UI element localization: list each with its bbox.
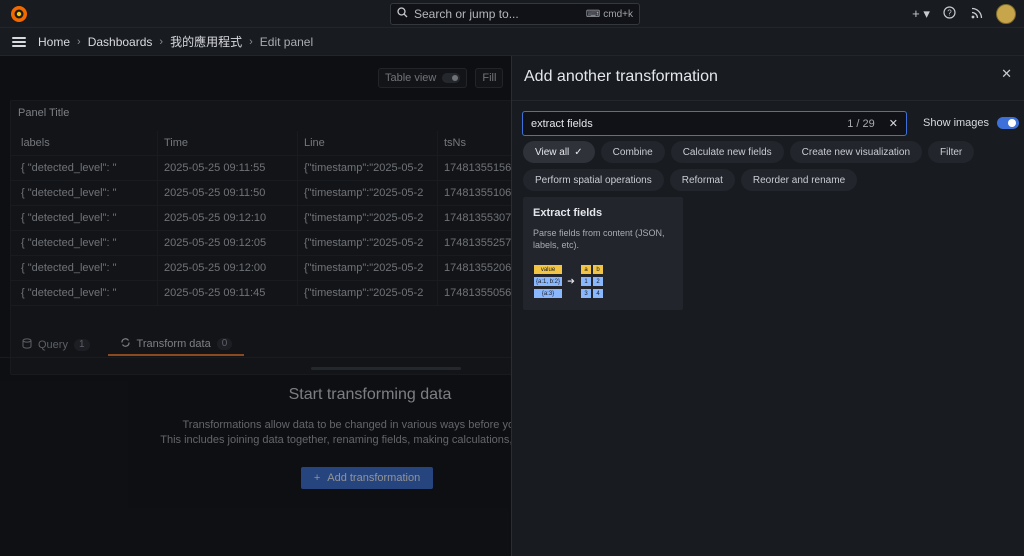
chip-filter[interactable]: Filter: [928, 141, 975, 163]
chip-create-new-visualization[interactable]: Create new visualization: [789, 141, 923, 163]
arrow-right-icon: ➔: [567, 275, 575, 286]
chevron-right-icon: ›: [77, 35, 81, 48]
card-title: Extract fields: [533, 207, 603, 219]
keyboard-shortcut: ⌨ cmd+k: [586, 9, 633, 20]
backdrop-overlay[interactable]: [0, 56, 512, 556]
chip-reorder-and-rename[interactable]: Reorder and rename: [740, 169, 858, 191]
search-placeholder: Search or jump to...: [414, 7, 519, 21]
chip-label: Create new visualization: [801, 146, 911, 158]
chevron-right-icon: ›: [249, 35, 253, 48]
svg-text:?: ?: [947, 9, 952, 18]
chip-perform-spatial-operations[interactable]: Perform spatial operations: [523, 169, 664, 191]
match-count: 1 / 29: [847, 117, 875, 130]
illus-output-cell: 3: [581, 289, 591, 298]
breadcrumb-home[interactable]: Home: [38, 35, 70, 49]
show-images-switch[interactable]: [997, 117, 1020, 129]
add-transformation-drawer: Add another transformation ✕ extract fie…: [511, 56, 1024, 556]
illus-input-cell: {a:1, b:2}: [534, 277, 562, 286]
chip-label: Reformat: [681, 174, 723, 186]
search-value: extract fields: [531, 117, 593, 130]
avatar[interactable]: [996, 4, 1016, 24]
chip-label: Reorder and rename: [752, 174, 846, 186]
breadcrumb-current: Edit panel: [259, 34, 314, 49]
top-right-actions: + ▾ ?: [912, 4, 1016, 24]
drawer-divider: [512, 100, 1024, 101]
close-icon[interactable]: ✕: [1001, 66, 1012, 82]
show-images-label: Show images: [923, 117, 990, 129]
top-bar: Search or jump to... ⌨ cmd+k + ▾ ?: [0, 0, 1024, 28]
illus-header-cell: b: [593, 265, 603, 274]
breadcrumb-dashboards[interactable]: Dashboards: [88, 35, 153, 49]
chip-label: Combine: [612, 146, 653, 158]
breadcrumb: Home › Dashboards › 我的應用程式 › Edit panel: [38, 33, 313, 50]
chip-reformat[interactable]: Reformat: [669, 169, 735, 191]
illus-input-cell: {a:3}: [534, 289, 562, 298]
transformation-card-extract-fields[interactable]: Extract fields Parse fields from content…: [523, 197, 683, 310]
illus-output-cell: 2: [593, 277, 603, 286]
keyboard-icon: ⌨: [585, 8, 601, 20]
illus-output-cell: 4: [593, 289, 603, 298]
chip-calculate-new-fields[interactable]: Calculate new fields: [670, 141, 784, 163]
search-icon: [397, 7, 408, 21]
grafana-logo-icon[interactable]: [10, 5, 28, 23]
transformation-search-input[interactable]: extract fields 1 / 29 ✕: [522, 111, 907, 136]
drawer-title: Add another transformation: [524, 68, 718, 85]
chip-label: Filter: [940, 146, 963, 158]
chip-combine[interactable]: Combine: [600, 141, 665, 163]
breadcrumb-dashboard[interactable]: 我的應用程式: [170, 33, 242, 50]
check-icon: ✓: [574, 146, 583, 158]
breadcrumb-bar: Home › Dashboards › 我的應用程式 › Edit panel: [0, 28, 1024, 56]
illus-header-cell: a: [581, 265, 591, 274]
shortcut-label: cmd+k: [603, 8, 633, 20]
chip-label: Calculate new fields: [682, 146, 772, 158]
category-filter-chips: View all ✓ Combine Calculate new fields …: [523, 141, 1015, 191]
chip-label: View all: [535, 146, 570, 158]
menu-icon[interactable]: [12, 36, 26, 47]
plus-icon[interactable]: + ▾: [912, 6, 930, 22]
rss-icon[interactable]: [968, 7, 986, 22]
search-bar[interactable]: Search or jump to... ⌨ cmd+k: [390, 3, 640, 25]
clear-icon[interactable]: ✕: [889, 117, 898, 130]
card-description: Parse fields from content (JSON, labels,…: [533, 228, 665, 250]
illus-value-header: value: [534, 265, 562, 274]
show-images-toggle[interactable]: Show images: [923, 117, 1020, 129]
chevron-right-icon: ›: [159, 35, 164, 48]
chip-view-all[interactable]: View all ✓: [523, 141, 595, 163]
help-icon[interactable]: ?: [940, 6, 958, 22]
chip-label: Perform spatial operations: [535, 174, 652, 186]
illus-output-cell: 1: [581, 277, 591, 286]
